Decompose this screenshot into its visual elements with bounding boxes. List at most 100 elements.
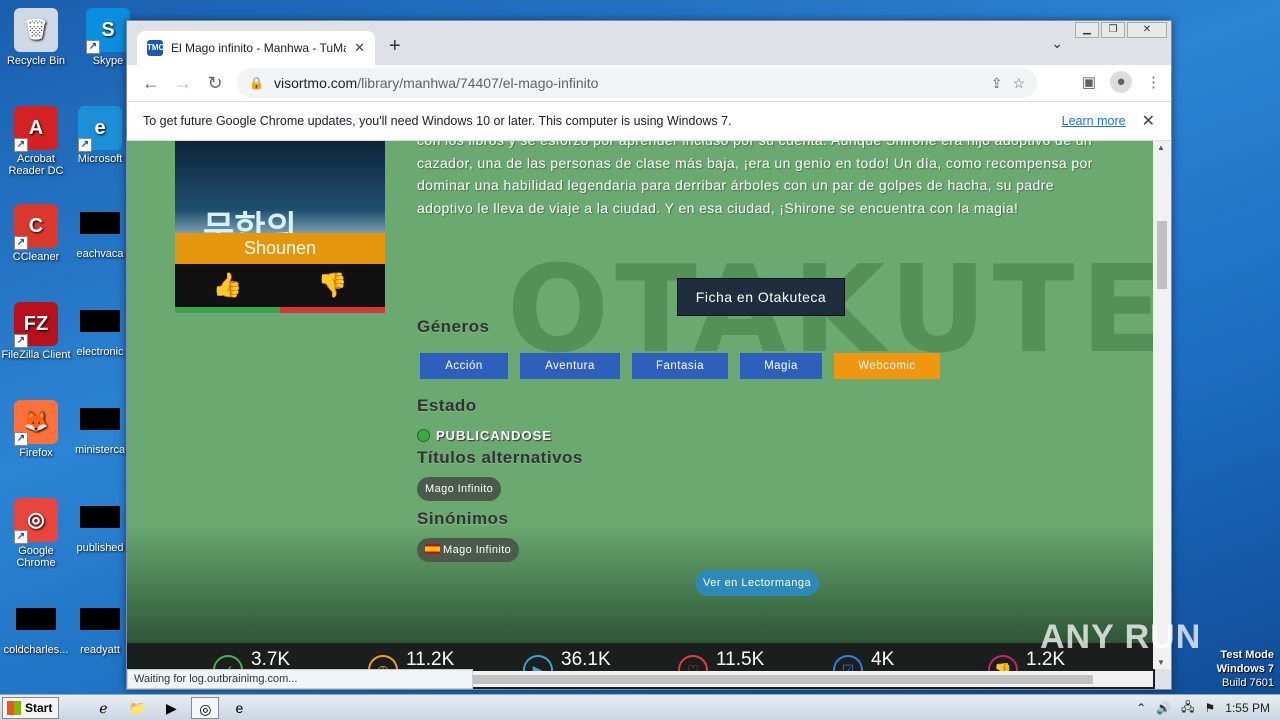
manga-cover[interactable]: 무한의 Shounen 👍 👎 <box>175 141 385 313</box>
shortcut-arrow-icon: ↗ <box>14 138 28 152</box>
action-center-flag-icon[interactable]: ⚑ <box>1205 701 1216 715</box>
shortcut-arrow-icon: ↗ <box>86 40 100 54</box>
shortcut-arrow-icon: ↗ <box>14 236 28 250</box>
redacted-file-icon <box>80 212 120 234</box>
recycle-bin-glyph-icon: 🗑 <box>14 8 58 52</box>
windows-logo-icon <box>7 700 21 715</box>
recycle-bin-icon[interactable]: 🗑 Recycle Bin <box>0 8 72 67</box>
spain-flag-icon <box>425 544 440 554</box>
desktop-icon-label: Firefox <box>19 447 53 459</box>
learn-more-link[interactable]: Learn more <box>1062 114 1126 128</box>
genre-list: Acción Aventura Fantasia Magia Webcomic <box>420 353 940 379</box>
tab-title: El Mago infinito - Manhwa - TuManga <box>171 41 346 55</box>
network-icon[interactable]: 🖧 <box>1181 698 1194 719</box>
shortcut-arrow-icon: ↗ <box>78 138 92 152</box>
menu-kebab-icon[interactable]: ⋮ <box>1146 73 1161 91</box>
thumbs-up-icon[interactable]: 👍 <box>213 271 243 300</box>
address-bar[interactable]: 🔒 visortmo.com/library/manhwa/74407/el-m… <box>237 68 1037 98</box>
page-content: OTAKUTE 무한의 Shounen 👍 👎 con los libros y… <box>127 141 1155 689</box>
desktop-icon-label: FileZilla Client <box>1 349 71 361</box>
stat-value: 4K <box>871 649 895 670</box>
horizontal-scrollbar[interactable] <box>473 671 1153 687</box>
stat-value: 36.1K <box>561 649 611 670</box>
side-panel-icon[interactable]: ▣ <box>1082 73 1096 91</box>
ccleaner-icon[interactable]: C ↗ CCleaner <box>0 204 72 263</box>
genre-chip[interactable]: Acción <box>420 353 508 379</box>
profile-avatar-icon[interactable]: ● <box>1110 71 1132 93</box>
scrollbar-thumb[interactable] <box>1157 221 1167 289</box>
chrome-taskbar-icon[interactable]: ◎ <box>191 696 220 719</box>
url-text[interactable]: visortmo.com/library/manhwa/74407/el-mag… <box>274 75 981 91</box>
windows-test-mode-watermark: Test Mode Windows 7 Build 7601 <box>1217 648 1274 690</box>
genre-chip[interactable]: Fantasia <box>632 353 728 379</box>
start-label: Start <box>25 700 53 715</box>
chrome-desktop-icon[interactable]: ◎ ↗ Google Chrome <box>0 498 72 569</box>
desktop-icon-label: CCleaner <box>12 251 60 263</box>
start-button[interactable]: Start <box>2 696 60 719</box>
sinonimos-heading: Sinónimos <box>417 509 509 528</box>
browser-tab[interactable]: TMO El Mago infinito - Manhwa - TuManga … <box>137 31 375 65</box>
generos-heading: Géneros <box>417 317 490 336</box>
media-player-taskbar-icon[interactable]: ▶ <box>157 697 185 719</box>
tab-search-chevron-icon[interactable]: ⌄ <box>1051 35 1063 52</box>
acrobat-icon[interactable]: A ↗ Acrobat Reader DC <box>0 106 72 177</box>
vote-ratio-bar <box>175 307 385 313</box>
genre-chip[interactable]: Aventura <box>520 353 620 379</box>
toolbar-right: ▣ ● ⋮ <box>1082 71 1161 93</box>
ficha-otakuteca-button[interactable]: Ficha en Otakuteca <box>677 278 845 316</box>
acrobat-glyph-icon: A ↗ <box>14 106 58 152</box>
cover-genre-label: Shounen <box>175 233 385 264</box>
desktop-icon-label: Recycle Bin <box>6 55 66 67</box>
infobar-message: To get future Google Chrome updates, you… <box>143 114 732 128</box>
coldcharles-file[interactable]: coldcharles... <box>0 600 72 656</box>
ie-taskbar-icon[interactable]: ℯ <box>89 697 117 719</box>
sinonimo-text: Mago Infinito <box>443 544 512 556</box>
scroll-down-arrow-icon[interactable]: ▼ <box>1157 658 1165 667</box>
edge-glyph-icon: e ↗ <box>78 106 122 152</box>
hscroll-thumb[interactable] <box>473 675 1093 684</box>
reload-button[interactable]: ↻ <box>199 73 231 94</box>
scroll-up-arrow-icon[interactable]: ▲ <box>1157 143 1165 152</box>
estado-status: PUBLICANDOSE <box>417 428 552 443</box>
desktop-icon-label: Google Chrome <box>16 545 56 569</box>
status-dot-icon <box>417 429 430 442</box>
chrome-desktop-glyph-icon: ◎ ↗ <box>14 498 58 544</box>
vote-bar: 👍 👎 <box>175 264 385 307</box>
redacted-file-icon <box>80 608 120 630</box>
stat-value: 3.7K <box>251 649 291 670</box>
desktop-icon-label: coldcharles... <box>3 644 69 656</box>
lock-icon[interactable]: 🔒 <box>249 76 264 90</box>
test-mode-label: Test Mode <box>1220 649 1274 661</box>
ver-lectormanga-button[interactable]: Ver en Lectormanga <box>695 570 820 596</box>
estado-value: PUBLICANDOSE <box>436 428 553 443</box>
vertical-scrollbar[interactable]: ▲ ▼ <box>1153 141 1171 669</box>
shortcut-arrow-icon: ↗ <box>14 530 28 544</box>
genre-chip[interactable]: Webcomic <box>834 353 940 379</box>
redacted-file-icon <box>80 506 120 528</box>
edge-taskbar-icon[interactable]: e <box>225 697 253 719</box>
volume-icon[interactable]: 🔊 <box>1156 701 1171 715</box>
firefox-icon[interactable]: 🦊 ↗ Firefox <box>0 400 72 459</box>
redacted-file-icon <box>80 408 120 430</box>
bookmark-star-icon[interactable]: ☆ <box>1012 75 1025 92</box>
chrome-window: ▁ ❐ ✕ TMO El Mago infinito - Manhwa - Tu… <box>126 20 1172 690</box>
explorer-taskbar-icon[interactable]: 📁 <box>123 697 151 719</box>
share-icon[interactable]: ⇪ <box>991 75 1003 92</box>
thumbs-down-icon[interactable]: 👎 <box>318 271 348 300</box>
ccleaner-glyph-icon: C ↗ <box>14 204 58 250</box>
stat-value: 11.5K <box>716 649 765 670</box>
filezilla-glyph-icon: FZ ↗ <box>14 302 58 348</box>
infobar-close-icon[interactable]: ✕ <box>1142 111 1155 131</box>
estado-heading: Estado <box>417 396 477 415</box>
tab-close-icon[interactable]: ✕ <box>354 40 365 56</box>
shortcut-arrow-icon: ↗ <box>14 334 28 348</box>
shortcut-arrow-icon: ↗ <box>14 432 28 446</box>
clock[interactable]: 1:55 PM <box>1225 701 1270 715</box>
filezilla-icon[interactable]: FZ ↗ FileZilla Client <box>0 302 72 361</box>
genre-chip[interactable]: Magia <box>740 353 822 379</box>
tray-expand-icon[interactable]: ⌃ <box>1136 701 1146 715</box>
back-button[interactable]: ← <box>135 73 167 94</box>
firefox-glyph-icon: 🦊 ↗ <box>14 400 58 446</box>
forward-button[interactable]: → <box>167 73 199 94</box>
new-tab-button[interactable]: + <box>389 35 401 58</box>
